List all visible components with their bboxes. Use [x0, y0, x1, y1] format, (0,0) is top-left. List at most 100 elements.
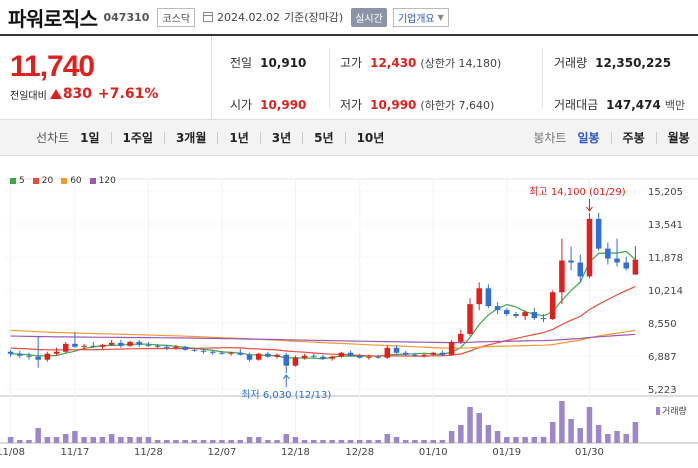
candle-body — [393, 347, 400, 353]
volume-bar — [504, 437, 510, 443]
candle-body — [136, 341, 142, 345]
high-annotation: 최고 14,100 (01/29) — [529, 186, 625, 198]
candle-body — [568, 260, 574, 263]
volume-bar — [559, 401, 565, 443]
tab-1w[interactable]: 1주일 — [123, 129, 153, 146]
candle-body — [182, 346, 188, 350]
volume-bar — [292, 437, 299, 443]
volume-bar — [393, 437, 400, 443]
candle-body — [522, 312, 528, 317]
volume-bar — [421, 440, 427, 443]
candle-body — [173, 346, 179, 348]
stat-open: 시가 10,990 — [230, 96, 306, 113]
candle-body — [384, 347, 391, 358]
ma120-line — [10, 333, 636, 344]
candle-body — [219, 352, 225, 354]
candle-body — [448, 341, 455, 355]
candle-body — [200, 350, 207, 352]
volume-bar — [265, 440, 271, 443]
volume-bar — [605, 434, 611, 443]
volume-bar — [623, 434, 629, 443]
open-label: 시가 — [230, 98, 253, 112]
change-row: 전일대비 830 +7.61% — [10, 86, 211, 102]
volume-bar — [402, 440, 409, 443]
candle-body — [421, 354, 427, 356]
price-panel: 11,740 전일대비 830 +7.61% 전일 10,910 고가 12,4… — [0, 34, 698, 120]
candle-body — [17, 353, 23, 356]
volume-bar — [145, 437, 152, 443]
volume-bar — [448, 431, 455, 443]
tab-monthly[interactable]: 월봉 — [668, 129, 690, 146]
candle-body — [81, 345, 87, 347]
tab-10y[interactable]: 10년 — [357, 129, 385, 146]
y-tick-label: 13,541 — [648, 220, 683, 231]
candle-body — [62, 343, 69, 352]
tab-1d[interactable]: 1일 — [80, 129, 99, 146]
x-tick-label: 12/07 — [208, 447, 237, 458]
candle-body — [494, 306, 501, 311]
candle-body — [549, 292, 556, 320]
candle-body — [320, 356, 326, 359]
candle-body — [283, 354, 290, 366]
candle-body — [595, 218, 602, 249]
legend-ma20: 20 — [32, 176, 53, 186]
volume-bar — [72, 431, 78, 443]
tab-3m[interactable]: 3개월 — [176, 129, 206, 146]
volume-bar — [154, 440, 161, 443]
volume-bar — [62, 434, 69, 443]
x-tick-label: 11/28 — [134, 447, 163, 458]
volume-bar — [347, 440, 354, 443]
volume-bar — [522, 437, 528, 443]
candle-body — [540, 318, 547, 320]
volume-bar — [173, 440, 179, 443]
y-tick-label: 11,878 — [648, 253, 683, 264]
volume-bar — [301, 440, 308, 443]
candle-body — [347, 352, 354, 356]
x-tick-label: 01/30 — [575, 447, 604, 458]
candle-body — [504, 310, 510, 315]
tab-5y[interactable]: 5년 — [314, 129, 333, 146]
company-info-dropdown[interactable]: 기업개요 ▼ — [392, 7, 449, 27]
volume-bar — [375, 440, 381, 443]
volume-bar — [35, 428, 41, 443]
legend-ma120: 120 — [89, 176, 116, 186]
candle-body — [145, 344, 152, 346]
tab-3y[interactable]: 3년 — [272, 129, 291, 146]
volume-bar — [7, 437, 14, 443]
low-value: 10,990 — [370, 97, 417, 112]
candle-body — [559, 260, 565, 293]
volume-bar — [209, 440, 216, 443]
candle-chart-label[interactable]: 봉차트 — [533, 129, 566, 146]
volume-legend-label: 거래량 — [662, 405, 687, 417]
volume-legend-swatch — [656, 407, 660, 415]
candle-body — [531, 312, 538, 319]
tab-daily[interactable]: 일봉 — [577, 129, 599, 146]
tab-weekly[interactable]: 주봉 — [623, 129, 645, 146]
volume-label: 거래량 — [554, 56, 588, 70]
line-chart-label[interactable]: 선차트 — [36, 129, 69, 146]
volume-bar — [549, 422, 556, 443]
high-label: 고가 — [340, 56, 363, 70]
candle-body — [623, 262, 629, 269]
candle-body — [72, 343, 78, 347]
realtime-button[interactable]: 실시간 — [351, 7, 387, 27]
candle-body — [301, 355, 308, 358]
volume-bar — [228, 440, 234, 443]
current-price-box: 11,740 전일대비 830 +7.61% — [0, 36, 212, 120]
tab-1y[interactable]: 1년 — [229, 129, 248, 146]
amount-unit: 백만 — [664, 98, 686, 112]
candle-body — [246, 354, 253, 360]
volume-bar — [182, 440, 188, 443]
price-chart[interactable]: 5 20 60 120 15,205 13,541 11,878 10,214 8,55… — [0, 156, 698, 468]
volume-bar — [118, 437, 124, 443]
volume-bar — [384, 434, 391, 443]
volume-bar — [540, 437, 547, 443]
volume-bar — [356, 440, 363, 443]
candle-body — [108, 342, 115, 345]
quote-basis: 기준(장마감) — [284, 11, 344, 24]
candle-body — [90, 345, 97, 347]
legend-ma5: 5 — [10, 176, 25, 186]
volume-bar — [494, 431, 501, 443]
stat-amount: 거래대금 147,474 백만 — [554, 96, 685, 113]
candle-body — [439, 352, 446, 355]
